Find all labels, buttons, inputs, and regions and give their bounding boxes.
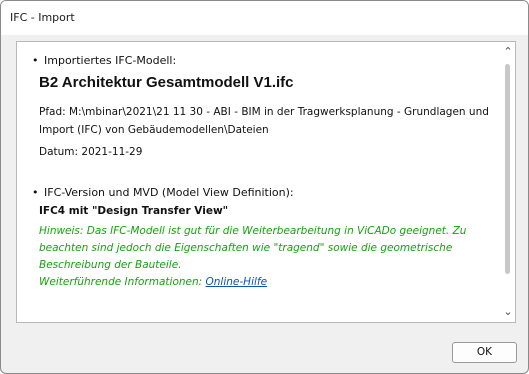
hint-body: Hinweis: Das IFC-Modell ist gut für die …	[39, 225, 467, 271]
hint-text: Hinweis: Das IFC-Modell ist gut für die …	[39, 223, 507, 291]
import-dialog: IFC - Import • Importiertes IFC-Modell: …	[0, 0, 529, 374]
chevron-up-icon[interactable]: ⌃	[501, 44, 515, 60]
model-path: Pfad: M:\mbinar\2021\21 11 30 - ABI - BI…	[39, 106, 489, 136]
online-help-link[interactable]: Online-Hilfe	[206, 276, 268, 288]
title-bar: IFC - Import	[1, 1, 528, 35]
window-title: IFC - Import	[10, 11, 75, 24]
scroll-thumb[interactable]	[505, 64, 510, 274]
info-panel: • Importiertes IFC-Modell: B2 Architektu…	[16, 41, 516, 323]
chevron-down-icon[interactable]: ⌄	[501, 304, 515, 320]
bullet-version: •	[32, 186, 39, 199]
ok-button[interactable]: OK	[452, 342, 517, 363]
ifc-version: IFC4 mit "Design Transfer View"	[39, 205, 229, 217]
model-name: B2 Architektur Gesamtmodell V1.ifc	[39, 74, 294, 91]
model-date: Datum: 2021-11-29	[39, 146, 143, 158]
bullet-model: •	[32, 54, 39, 67]
version-label: IFC-Version und MVD (Model View Definiti…	[44, 186, 294, 199]
model-label: Importiertes IFC-Modell:	[44, 54, 177, 67]
more-info-label: Weiterführende Informationen:	[39, 276, 203, 288]
vertical-scrollbar[interactable]: ⌃ ⌄	[501, 42, 515, 322]
